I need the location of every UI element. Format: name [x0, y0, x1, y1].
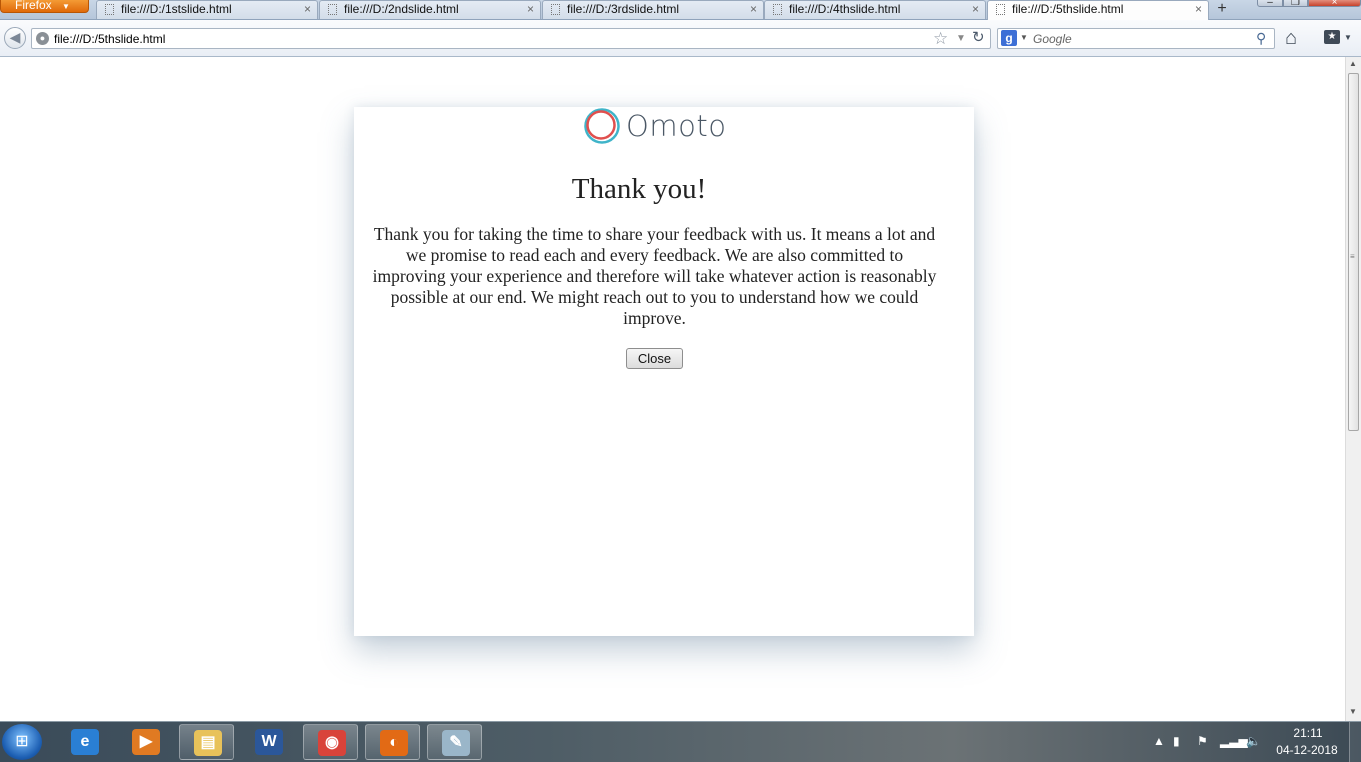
history-dropdown-icon[interactable]: ▼ [956, 30, 966, 47]
search-icon[interactable]: ⚲ [1256, 30, 1266, 47]
tab-label: file:///D:/4thslide.html [789, 2, 901, 16]
bookmarks-menu-icon[interactable]: ★ [1324, 30, 1340, 44]
close-icon[interactable]: × [750, 1, 757, 18]
url-bar[interactable]: ● ☆ ▼ ↻ [31, 28, 991, 49]
firefox-icon: ◐ [380, 730, 408, 756]
show-hidden-icons-icon[interactable]: ▲ [1153, 734, 1165, 748]
taskbar-app-button[interactable]: ◉ [303, 724, 358, 760]
globe-icon: ● [36, 32, 49, 45]
new-tab-button[interactable]: + [1208, 0, 1236, 19]
tab-1stslide[interactable]: file:///D:/1stslide.html × [96, 0, 318, 19]
firefox-menu-button[interactable]: Firefox ▼ [0, 0, 89, 13]
tab-label: file:///D:/3rdslide.html [567, 2, 680, 16]
taskbar-app-button[interactable]: W [241, 724, 296, 760]
page-content: Omoto Thank you! Thank you for taking th… [0, 57, 1345, 721]
windows-taskbar: ⊞ e ▶ ▤ W ◉ ◐ ✎ ▲ ▮ ⚑ ▂▃▅ 🔈 21:11 04-12-2018 [0, 721, 1361, 762]
file-explorer-icon: ▤ [194, 730, 222, 756]
omoto-logo-ring-icon [584, 108, 620, 144]
start-button[interactable]: ⊞ [2, 724, 42, 760]
thank-you-message: Thank you for taking the time to share y… [372, 224, 937, 328]
page-icon [105, 4, 114, 15]
tab-label: file:///D:/2ndslide.html [344, 2, 459, 16]
page-icon [551, 4, 560, 15]
minimize-icon[interactable]: – [1257, 0, 1283, 8]
close-icon[interactable]: × [972, 1, 979, 18]
tab-label: file:///D:/1stslide.html [121, 2, 232, 16]
vertical-scrollbar[interactable]: ▲ ≡ ▼ [1345, 57, 1361, 721]
search-input[interactable] [1033, 30, 1248, 47]
internet-explorer-icon: e [71, 729, 99, 755]
thank-you-card: Omoto Thank you! Thank you for taking th… [354, 107, 974, 636]
action-center-flag-icon[interactable]: ⚑ [1197, 734, 1208, 748]
search-bar[interactable]: g ▼ ⚲ [997, 28, 1275, 49]
reload-icon[interactable]: ↻ [972, 29, 985, 47]
close-icon[interactable]: × [527, 1, 534, 18]
scroll-down-icon[interactable]: ▼ [1349, 707, 1357, 716]
taskbar-app-button[interactable]: ▤ [179, 724, 234, 760]
page-title: Thank you! [571, 173, 707, 205]
tab-5thslide[interactable]: file:///D:/5thslide.html × [987, 0, 1209, 20]
tab-3rdslide[interactable]: file:///D:/3rdslide.html × [542, 0, 764, 19]
chevron-down-icon: ▼ [62, 2, 70, 11]
clock-date[interactable]: 04-12-2018 [1272, 743, 1342, 757]
window-controls: – ❐ × [1257, 0, 1361, 8]
tab-4thslide[interactable]: file:///D:/4thslide.html × [764, 0, 986, 19]
omoto-logo: Omoto [584, 107, 734, 145]
volume-icon[interactable]: 🔈 [1246, 734, 1261, 748]
show-desktop-button[interactable] [1349, 722, 1361, 762]
star-icon[interactable]: ☆ [933, 29, 948, 48]
chevron-down-icon[interactable]: ▼ [1344, 33, 1352, 42]
page-icon [328, 4, 337, 15]
taskbar-app-button[interactable]: ◐ [365, 724, 420, 760]
page-icon [773, 4, 782, 15]
home-icon[interactable]: ⌂ [1285, 28, 1297, 48]
taskbar-app-button[interactable]: ▶ [118, 724, 173, 760]
tab-2ndslide[interactable]: file:///D:/2ndslide.html × [319, 0, 541, 19]
system-tray: ▲ ▮ ⚑ ▂▃▅ 🔈 [1148, 722, 1273, 762]
tab-strip: Firefox ▼ file:///D:/1stslide.html × fil… [0, 0, 1361, 20]
url-input[interactable] [54, 30, 934, 47]
media-player-icon: ▶ [132, 729, 160, 755]
chevron-down-icon[interactable]: ▼ [1020, 33, 1028, 42]
window-close-icon[interactable]: × [1308, 0, 1361, 8]
page-icon [996, 4, 1005, 15]
close-icon[interactable]: × [1195, 1, 1202, 18]
google-icon[interactable]: g [1001, 30, 1017, 46]
taskbar-app-button[interactable]: ✎ [427, 724, 482, 760]
notepad-icon: ✎ [442, 730, 470, 756]
scroll-up-icon[interactable]: ▲ [1349, 59, 1357, 68]
word-icon: W [255, 729, 283, 755]
grip-icon: ≡ [1350, 252, 1355, 261]
tab-label: file:///D:/5thslide.html [1012, 2, 1124, 16]
network-signal-icon[interactable]: ▂▃▅ [1220, 734, 1248, 748]
chrome-icon: ◉ [318, 730, 346, 756]
firefox-menu-label: Firefox [15, 0, 52, 12]
back-arrow-icon[interactable]: ◀ [4, 27, 26, 49]
close-icon[interactable]: × [304, 1, 311, 18]
logo-text: Omoto [626, 109, 727, 143]
close-button[interactable]: Close [626, 348, 683, 369]
navigation-toolbar: ◀ ● ☆ ▼ ↻ g ▼ ⚲ ⌂ ★ ▼ [0, 20, 1361, 57]
power-icon[interactable]: ▮ [1173, 734, 1180, 748]
scroll-thumb[interactable]: ≡ [1348, 73, 1359, 431]
taskbar-app-button[interactable]: e [57, 724, 112, 760]
windows-logo-icon: ⊞ [15, 733, 29, 750]
restore-icon[interactable]: ❐ [1283, 0, 1308, 8]
clock-time[interactable]: 21:11 [1278, 726, 1338, 740]
